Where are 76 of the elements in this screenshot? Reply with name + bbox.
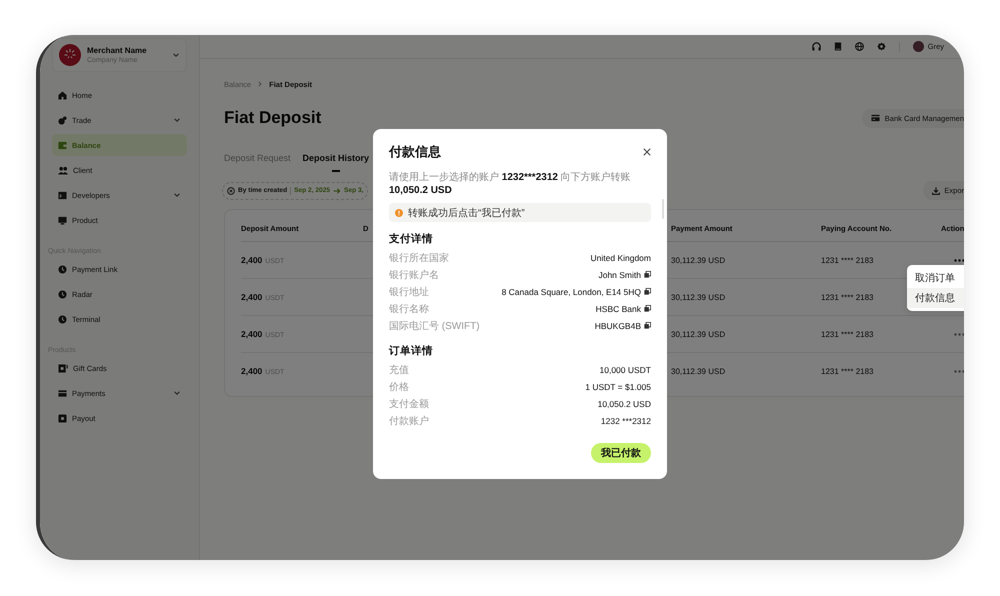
chevron-right-icon — [257, 81, 264, 87]
copy-icon[interactable] — [644, 322, 651, 329]
avatar[interactable] — [912, 41, 924, 52]
people-icon — [58, 166, 68, 174]
detail-label: 国际电汇号 (SWIFT) — [389, 320, 480, 332]
copy-icon[interactable] — [644, 288, 651, 295]
clock-icon — [58, 290, 67, 298]
menu-item[interactable]: 付款信息 — [907, 288, 964, 308]
table-cell: 1231 **** 2183 — [821, 330, 874, 338]
confirm-paid-button[interactable]: 我已付款 — [591, 443, 651, 463]
payout-icon — [58, 414, 67, 422]
deposit-amount: 2,400 — [241, 255, 262, 265]
table-cell: 1231 **** 2183 — [821, 292, 874, 302]
dialog-title: 付款信息 — [389, 143, 441, 161]
detail-value: HBUKGB4B — [594, 320, 641, 330]
settings-icon[interactable] — [876, 42, 886, 51]
detail-value: HSBC Bank — [596, 304, 641, 314]
detail-label: 付款账户 — [389, 414, 429, 428]
detail-label: 银行所在国家 — [389, 252, 449, 264]
detail-value: 10,050.2 USD — [598, 398, 651, 408]
arrow-right-icon — [333, 188, 342, 194]
table-cell: 30,112.39 USD — [671, 366, 726, 376]
clock-icon — [58, 264, 67, 274]
monitor-icon — [58, 216, 67, 224]
card-icon — [58, 388, 67, 398]
page-title: Fiat Deposit — [224, 108, 322, 128]
detail-value: 10,000 USDT — [600, 364, 651, 374]
more-icon[interactable] — [954, 258, 964, 262]
detail-value: 1232 ***2312 — [600, 416, 651, 426]
section-title: 支付详情 — [389, 232, 434, 246]
detail-label: 银行地址 — [389, 286, 429, 298]
globe-icon[interactable] — [854, 42, 864, 51]
close-button[interactable] — [643, 148, 651, 156]
table-cell: 30,112.39 USD — [671, 256, 726, 264]
download-icon — [932, 186, 940, 194]
scrollbar-thumb[interactable] — [662, 199, 664, 219]
coins-icon — [58, 116, 67, 124]
detail-value: 1 USDT = $1.005 — [585, 382, 651, 392]
merchant-logo — [59, 44, 81, 66]
menu-item[interactable]: 取消订单 — [907, 268, 964, 288]
copy-icon[interactable] — [644, 305, 651, 312]
more-icon[interactable] — [954, 370, 964, 372]
notice-text: 转账成功后点击“我已付款” — [408, 206, 525, 220]
terminal-icon — [58, 190, 67, 200]
table-cell: 1231 **** 2183 — [821, 366, 874, 376]
detail-value: John Smith — [598, 270, 641, 280]
table-cell: 30,112.39 USD — [671, 330, 726, 338]
close-icon — [643, 148, 651, 156]
more-icon[interactable] — [954, 332, 964, 336]
table-cell: 1231 **** 2183 — [821, 256, 874, 264]
merchant-name: Merchant Name — [87, 46, 148, 55]
warning-icon — [395, 208, 403, 216]
deposit-amount: 2,400 — [241, 292, 262, 302]
deposit-amount: 2,400 — [241, 366, 262, 376]
deposit-amount: 2,400 — [241, 329, 262, 339]
detail-label: 价格 — [389, 380, 409, 394]
detail-value: 8 Canada Square, London, E14 5HQ — [502, 286, 641, 296]
detail-value: United Kingdom — [590, 252, 651, 262]
home-icon — [58, 90, 67, 100]
clock-icon — [58, 314, 67, 324]
detail-label: 银行名称 — [389, 302, 429, 316]
detail-label: 支付金额 — [389, 398, 429, 410]
chevron-down-icon — [172, 51, 180, 59]
wallet-icon — [58, 140, 67, 150]
copy-icon[interactable] — [644, 271, 651, 278]
dialog-description: 请使用上一步选择的账户 1232***2312 向下方账户转账 10,050.2 USD — [389, 171, 632, 197]
detail-label: 充值 — [389, 364, 409, 376]
clear-icon[interactable] — [227, 186, 235, 194]
card-icon — [870, 114, 880, 122]
book-icon[interactable] — [834, 42, 842, 51]
tab[interactable]: Deposit Request — [224, 148, 291, 168]
gift-card-icon — [58, 364, 68, 372]
table-cell: 30,112.39 USD — [671, 292, 726, 302]
detail-label: 银行账户名 — [389, 268, 439, 282]
headset-icon[interactable] — [812, 42, 821, 51]
section-title: 订单详情 — [389, 344, 434, 358]
